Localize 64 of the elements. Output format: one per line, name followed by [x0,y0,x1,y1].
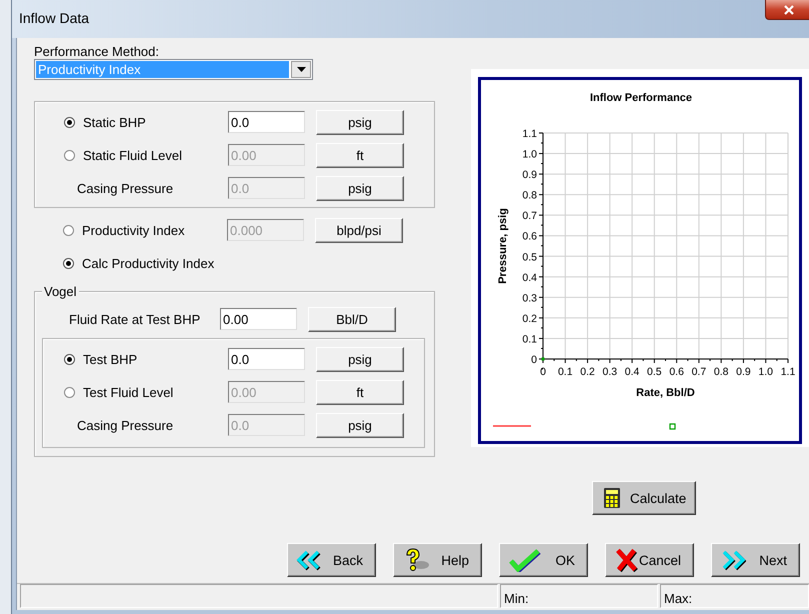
input-field[interactable]: 0.0 [228,111,305,133]
field-label: Casing Pressure [76,418,174,432]
group-title: Vogel [42,284,79,299]
tick-label: 0.2 [522,312,537,325]
tick-label: 0.6 [669,366,684,378]
option-label: Static Fluid Level [83,148,183,162]
window-title: Inflow Data [19,10,90,26]
axis-title: Pressure, psig [497,208,509,284]
radio-button[interactable] [64,354,75,364]
tick-label: 0.5 [522,251,537,264]
tick-label: 0 [531,354,537,366]
ok-button[interactable]: OK [499,543,588,578]
option-label: Test Fluid Level [83,384,174,400]
tick-label: 0.3 [522,292,537,304]
tick-label: 0.2 [580,366,595,378]
tick-label: 0.4 [522,272,537,284]
tick-label: 0.9 [522,169,537,182]
tick-label: 0.3 [602,366,618,378]
tick-label: 0.1 [558,366,573,378]
tick-label: 0.9 [736,366,751,378]
option-label: Test BHP [83,352,138,366]
tick-label: 1.0 [522,148,537,161]
status-cell: Max: [660,584,809,608]
tick-label: 0.8 [714,366,728,378]
tick-label: 1.0 [758,366,774,378]
input-field[interactable]: 0.0 [228,348,305,370]
unit-button[interactable]: psig [316,110,404,134]
help-button[interactable]: Help [393,543,482,578]
option-label: Productivity Index [82,222,186,238]
next-button[interactable]: Next [711,543,800,578]
option-label: Static BHP [83,114,147,130]
tick-label: 0.1 [522,333,537,346]
tick-label: 0.8 [522,190,537,202]
tick-label: 0.4 [624,366,640,378]
field-label: Performance Method: [34,44,160,59]
calculator-icon [603,487,621,509]
close-icon [783,4,795,14]
cross-icon [614,547,639,574]
tick-label: 0.5 [647,366,662,378]
data-point [542,358,544,360]
unit-button[interactable]: Bbl/D [308,306,396,332]
cancel-button[interactable]: Cancel [605,543,694,578]
input-field[interactable]: 0.00 [220,308,297,330]
field-label: Casing Pressure [76,180,174,196]
double-chevron-left-icon [296,549,322,572]
close-button[interactable] [765,0,809,20]
axis-title: Rate, Bbl/D [636,387,695,399]
option-label: Calc Productivity Index [82,256,216,270]
double-chevron-right-icon [720,549,746,572]
unit-button[interactable]: psig [316,346,404,372]
back-button[interactable]: Back [287,543,376,578]
calculate-button[interactable]: Calculate [592,481,696,515]
tick-label: 0.7 [692,366,706,378]
chart-title: Inflow Performance [590,92,692,104]
caret-icon [296,67,306,72]
radio-button[interactable] [63,258,74,268]
checkmark-icon [508,548,542,572]
tick-label: 0.6 [522,230,537,243]
tick-label: 0.7 [522,210,537,222]
tick-label: 1.1 [522,128,537,140]
field-label: Fluid Rate at Test BHP [68,312,202,326]
status-cell: Min: [500,584,658,608]
tick-label: 1.1 [780,366,796,378]
radio-button[interactable] [64,116,75,128]
